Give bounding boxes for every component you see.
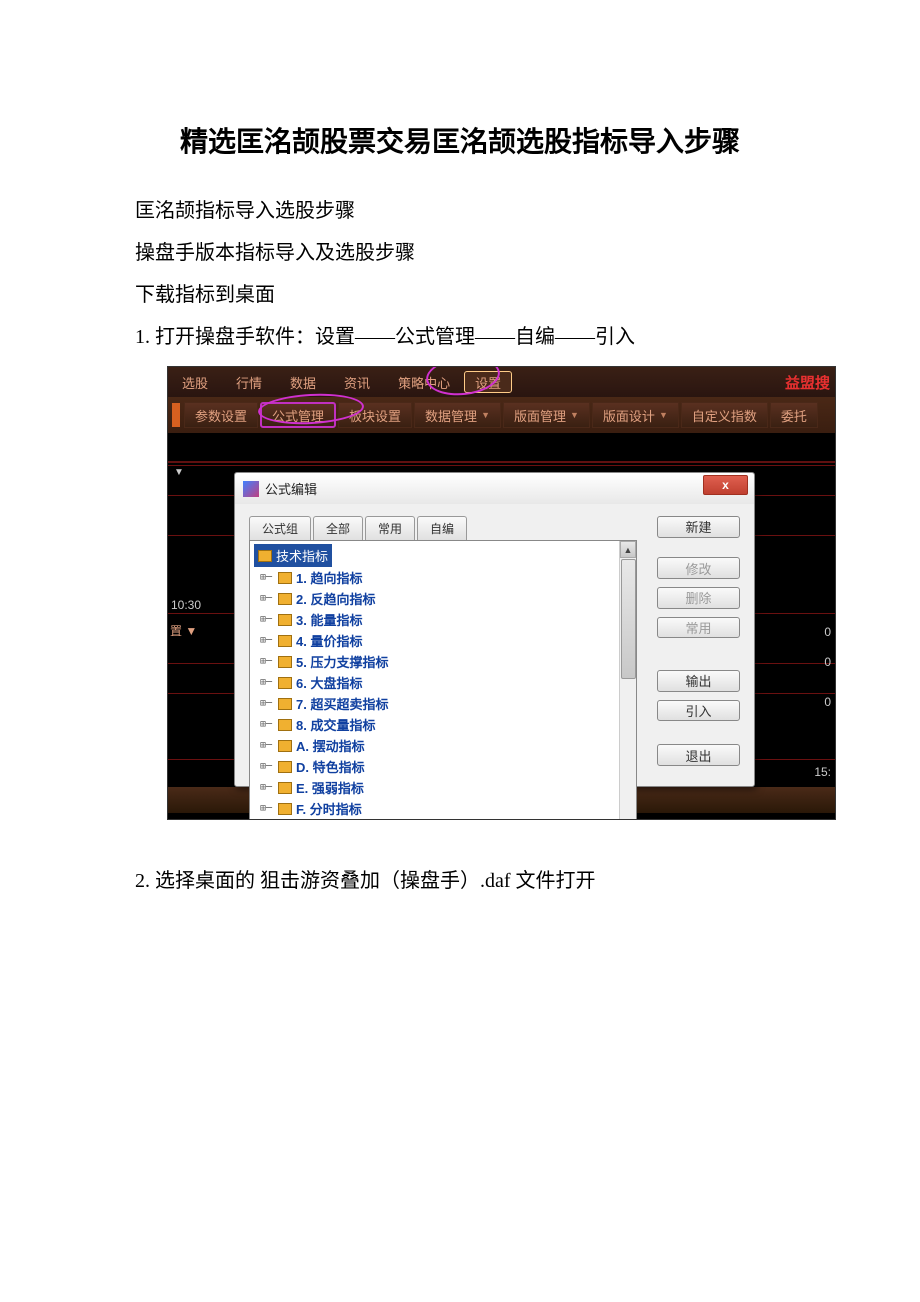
para-2: 操盘手版本指标导入及选股步骤	[95, 232, 825, 274]
expand-icon[interactable]: ⊞─	[254, 572, 278, 583]
import-button[interactable]: 引入	[657, 700, 740, 722]
tabs: 公式组 全部 常用 自编	[249, 516, 637, 540]
btn-canshu[interactable]: 参数设置	[184, 402, 258, 428]
expand-icon[interactable]: ⊞─	[254, 719, 278, 730]
expand-icon[interactable]: ⊞─	[254, 740, 278, 751]
tree-item[interactable]: ⊞─E. 强弱指标	[254, 777, 615, 798]
scroll-thumb[interactable]	[621, 559, 636, 679]
tree-item[interactable]: ⊞─J. 解盘	[254, 819, 615, 820]
btn-shujugl[interactable]: 数据管理▼	[414, 402, 501, 428]
menu-shuju[interactable]: 数据	[276, 367, 330, 397]
folder-icon	[278, 572, 292, 584]
tree-item[interactable]: ⊞─7. 超买超卖指标	[254, 693, 615, 714]
brand-label: 益盟搜	[785, 372, 830, 393]
folder-icon	[278, 803, 292, 815]
side-dropdown[interactable]: 置 ▼	[170, 622, 197, 639]
scroll-up-icon[interactable]: ▲	[620, 541, 636, 558]
close-icon: x	[722, 478, 729, 492]
folder-icon	[278, 593, 292, 605]
btn-weituo[interactable]: 委托	[770, 402, 818, 428]
delete-button[interactable]: 删除	[657, 587, 740, 609]
app-icon	[243, 481, 259, 497]
export-button[interactable]: 输出	[657, 670, 740, 692]
expand-icon[interactable]: ⊞─	[254, 782, 278, 793]
sub-toolbar: 参数设置 公式管理 板块设置 数据管理▼ 版面管理▼ 版面设计▼ 自定义指数 委…	[168, 397, 835, 433]
doc-title: 精选匡洺颉股票交易匡洺颉选股指标导入步骤	[95, 120, 825, 160]
menu-celue[interactable]: 策略中心	[384, 367, 464, 397]
btn-gongshi[interactable]: 公式管理	[260, 402, 336, 428]
tab-all[interactable]: 全部	[313, 516, 363, 540]
chevron-down-icon: ▼	[481, 410, 490, 420]
menu-shezhi[interactable]: 设置	[464, 371, 512, 393]
chevron-down-icon: ▼	[659, 410, 668, 420]
folder-icon	[278, 614, 292, 626]
main-menu: 选股 行情 数据 资讯 策略中心 设置 益盟搜	[168, 367, 835, 397]
btn-zdy[interactable]: 自定义指数	[681, 402, 768, 428]
chevron-down-icon: ▼	[570, 410, 579, 420]
folder-icon	[278, 740, 292, 752]
modify-button[interactable]: 修改	[657, 557, 740, 579]
expand-icon[interactable]: ⊞─	[254, 803, 278, 814]
btn-bankuai[interactable]: 板块设置	[338, 402, 412, 428]
menu-xuangu[interactable]: 选股	[168, 367, 222, 397]
gridline	[168, 465, 835, 466]
expand-icon[interactable]: ⊞─	[254, 635, 278, 646]
folder-icon	[278, 761, 292, 773]
tree-item[interactable]: ⊞─3. 能量指标	[254, 609, 615, 630]
expand-icon[interactable]: ⊞─	[254, 614, 278, 625]
para-4: 1. 打开操盘手软件：设置——公式管理——自编——引入	[95, 316, 825, 358]
tree-item[interactable]: ⊞─A. 摆动指标	[254, 735, 615, 756]
tree-item[interactable]: ⊞─5. 压力支撑指标	[254, 651, 615, 672]
expand-icon[interactable]: ⊞─	[254, 656, 278, 667]
btn-banmiansj[interactable]: 版面设计▼	[592, 402, 679, 428]
folder-icon	[278, 719, 292, 731]
common-button[interactable]: 常用	[657, 617, 740, 639]
gridline	[168, 462, 835, 463]
tree-item[interactable]: ⊞─F. 分时指标	[254, 798, 615, 819]
tab-custom[interactable]: 自编	[417, 516, 467, 540]
toolbar-accent	[172, 403, 180, 427]
dialog-titlebar: 公式编辑 x	[235, 473, 754, 504]
para-3: 下载指标到桌面	[95, 274, 825, 316]
folder-icon	[278, 677, 292, 689]
tree-item[interactable]: ⊞─4. 量价指标	[254, 630, 615, 651]
tree-item[interactable]: ⊞─8. 成交量指标	[254, 714, 615, 735]
folder-icon	[278, 635, 292, 647]
tree-item[interactable]: ⊞─6. 大盘指标	[254, 672, 615, 693]
chevron-down-icon[interactable]: ▼	[174, 467, 184, 478]
tree-item[interactable]: ⊞─2. 反趋向指标	[254, 588, 615, 609]
btn-banmiangl[interactable]: 版面管理▼	[503, 402, 590, 428]
formula-tree: 技术指标 ⊞─1. 趋向指标 ⊞─2. 反趋向指标 ⊞─3. 能量指标 ⊞─4.…	[249, 540, 637, 820]
expand-icon[interactable]: ⊞─	[254, 698, 278, 709]
tab-group[interactable]: 公式组	[249, 516, 311, 540]
dialog-title: 公式编辑	[265, 479, 317, 498]
para-1: 匡洺颉指标导入选股步骤	[95, 190, 825, 232]
close-button[interactable]: x	[703, 475, 748, 495]
expand-icon[interactable]: ⊞─	[254, 761, 278, 772]
formula-editor-dialog: 公式编辑 x 公式组 全部 常用 自编 技术指标	[234, 472, 755, 787]
tree-root[interactable]: 技术指标	[254, 544, 332, 567]
app-screenshot: bdocx.co 选股 行情 数据 资讯 策略中心 设置 益盟搜 参数设置 公式…	[167, 366, 836, 820]
folder-icon	[278, 782, 292, 794]
exit-button[interactable]: 退出	[657, 744, 740, 766]
scrollbar[interactable]: ▲ ▼	[619, 541, 636, 820]
folder-icon	[278, 698, 292, 710]
menu-zixun[interactable]: 资讯	[330, 367, 384, 397]
para-5: 2. 选择桌面的 狙击游资叠加（操盘手）.daf 文件打开	[95, 860, 825, 902]
menu-hangqing[interactable]: 行情	[222, 367, 276, 397]
folder-icon	[258, 550, 272, 562]
expand-icon[interactable]: ⊞─	[254, 677, 278, 688]
tree-item[interactable]: ⊞─1. 趋向指标	[254, 567, 615, 588]
new-button[interactable]: 新建	[657, 516, 740, 538]
tab-common[interactable]: 常用	[365, 516, 415, 540]
folder-icon	[278, 656, 292, 668]
tree-item[interactable]: ⊞─D. 特色指标	[254, 756, 615, 777]
time-axis-label: 10:30	[171, 598, 201, 612]
expand-icon[interactable]: ⊞─	[254, 593, 278, 604]
